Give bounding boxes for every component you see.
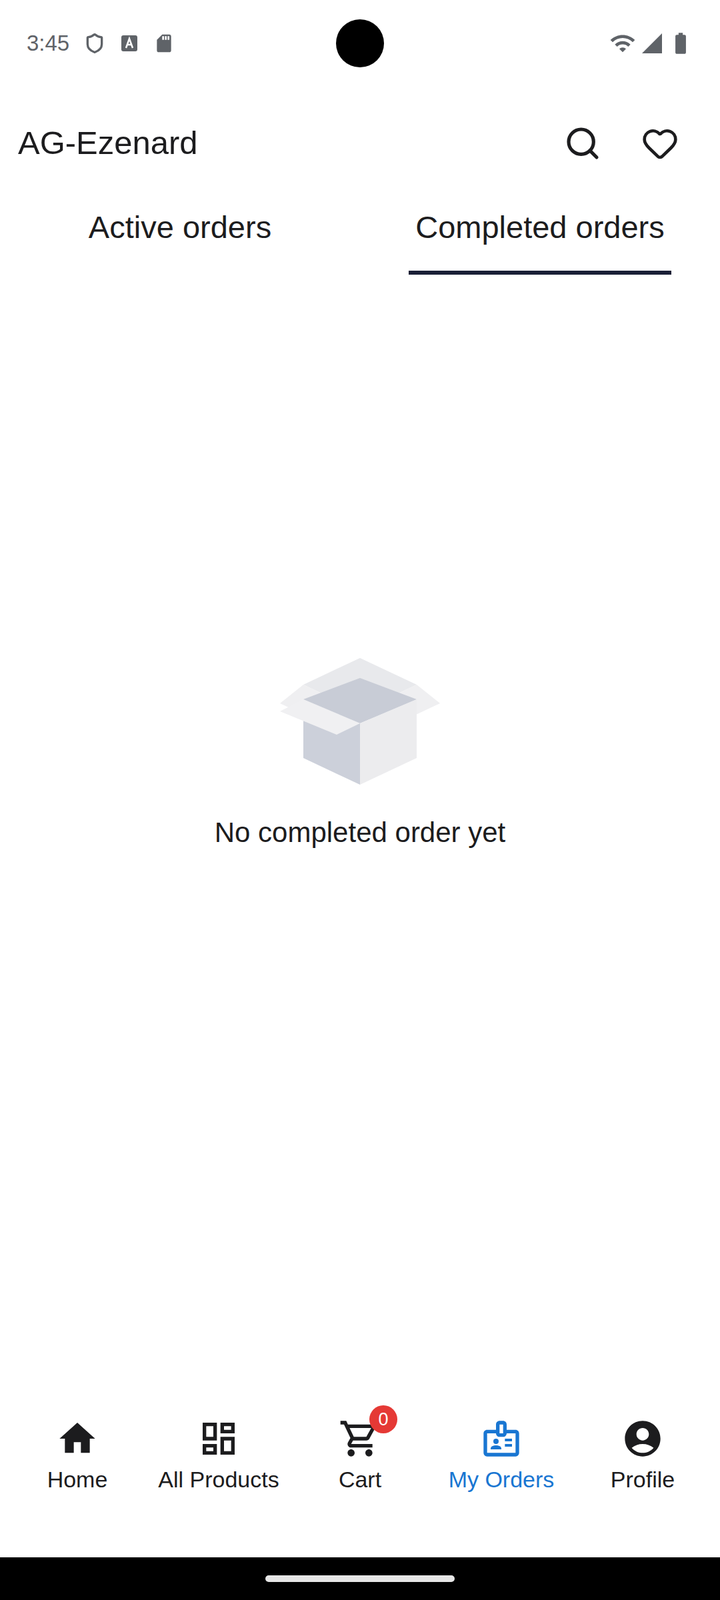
empty-message: No completed order yet [214,811,506,854]
nav-item[interactable]: My Orders [430,1417,572,1497]
order-tabs: Active ordersCompleted orders [0,200,720,275]
camera-hole [336,19,384,68]
nav-label: Cart [338,1462,382,1497]
search-icon [564,124,602,162]
nav-label: All Products [158,1462,279,1497]
search-button[interactable] [556,116,610,170]
wifi-icon [609,30,636,57]
battery-icon [668,30,694,56]
nav-label: Home [47,1462,108,1497]
sd-card-icon [153,32,175,54]
nav-item[interactable]: All Products [148,1417,290,1497]
nav-label: My Orders [448,1462,555,1497]
font-icon [120,34,139,53]
home-indicator[interactable] [265,1575,455,1582]
nav-label: Profile [610,1462,675,1497]
grid-icon [197,1417,240,1460]
app-screen: 3:45 AG-Ezenard Active ordersCompleted ord… [0,0,720,1600]
status-time: 3:45 [26,26,70,60]
home-icon [56,1417,99,1460]
orders-content: No completed order yet [0,274,720,1398]
cart-badge: 0 [369,1405,398,1434]
empty-box-icon [280,651,440,785]
status-bar: 3:45 [0,0,720,87]
bottom-nav: HomeAll Products0CartMy OrdersProfile [0,1397,720,1558]
nav-item[interactable]: Profile [572,1417,714,1497]
signal-icon [640,31,664,56]
order-tab[interactable]: Active orders [0,200,360,275]
gesture-bar [0,1557,720,1600]
nav-item[interactable]: 0Cart [289,1417,431,1497]
app-title: AG-Ezenard [18,118,556,168]
order-tab[interactable]: Completed orders [360,200,720,275]
favorites-button[interactable] [633,116,687,170]
shield-icon [84,32,106,54]
nav-item[interactable]: Home [6,1417,148,1497]
app-header: AG-Ezenard [0,86,720,200]
id-badge-icon [480,1417,523,1460]
heart-icon [641,124,679,162]
profile-icon [621,1417,664,1460]
